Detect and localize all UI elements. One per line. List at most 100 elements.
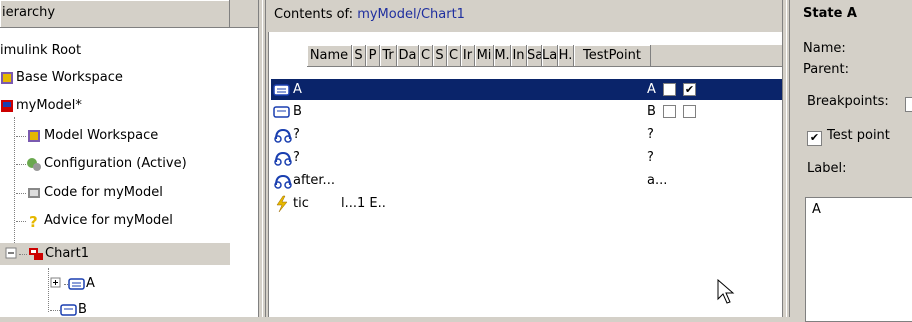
tree-item-state-a[interactable]: A: [50, 273, 95, 295]
table-row[interactable]: ? ?: [271, 124, 783, 145]
table-row[interactable]: A A ✔: [271, 79, 783, 100]
tree-item-label: Base Workspace: [16, 70, 123, 85]
tree-line: [48, 268, 49, 312]
row-name: ?: [293, 150, 300, 165]
tree-item-state-b[interactable]: B: [50, 299, 87, 321]
table-row[interactable]: ? ?: [271, 147, 783, 168]
column-header: Name S P Tr Da C S C Ir Mi M. In Sa La H…: [307, 44, 785, 67]
state-icon: [273, 106, 290, 118]
junction-transition-icon: [274, 174, 292, 189]
label-textarea-value: A: [812, 202, 821, 217]
column-header-cell[interactable]: La: [542, 45, 558, 66]
test-point-label: Test point: [827, 128, 890, 143]
hierarchy-header-label: ierarchy: [2, 5, 56, 20]
table-row[interactable]: B B: [271, 101, 783, 122]
parent-label: Parent:: [803, 62, 849, 77]
column-header-cell[interactable]: Da: [397, 45, 419, 66]
tree-item-label: Model Workspace: [44, 128, 159, 143]
configuration-gears-icon: [27, 158, 41, 171]
column-header-cell[interactable]: P: [366, 45, 380, 66]
column-header-cell[interactable]: M.: [494, 45, 511, 66]
state-icon: [60, 304, 77, 316]
column-header-cell[interactable]: S: [433, 45, 447, 66]
properties-pane: State A Name: Parent: Breakpoints: ✔ Tes…: [793, 0, 912, 322]
mouse-cursor-icon: [717, 279, 735, 304]
tree-item-label: B: [78, 302, 87, 317]
row-name: tic: [293, 196, 309, 211]
tree-item-label: imulink Root: [0, 43, 82, 58]
tree-item-label: Configuration (Active): [44, 156, 187, 171]
model-hierarchy-pane: ierarchy imulink Root Base Workspace myM…: [0, 0, 258, 317]
column-header-cell[interactable]: C: [447, 45, 461, 66]
column-header-cell[interactable]: C: [419, 45, 433, 66]
row-label: ?: [647, 127, 654, 142]
model-icon: [1, 100, 13, 112]
row-label: a...: [647, 173, 668, 188]
testpoint-checkbox[interactable]: ✔: [683, 83, 696, 96]
contents-list: Name S P Tr Da C S C Ir Mi M. In Sa La H…: [268, 32, 785, 317]
tree-item-label: Code for myModel: [44, 185, 163, 200]
breakpoints-label: Breakpoints:: [807, 94, 889, 109]
stateflow-chart-icon: [29, 248, 43, 260]
h-checkbox[interactable]: [663, 83, 676, 96]
tree-item-advice[interactable]: ? Advice for myModel: [16, 210, 173, 232]
column-header-cell[interactable]: Sa: [527, 45, 542, 66]
table-row[interactable]: after... a...: [271, 170, 783, 191]
contents-pane: Contents of: myModel/Chart1 Name S P Tr …: [268, 0, 788, 317]
tree-item-code[interactable]: Code for myModel: [16, 182, 163, 204]
junction-transition-icon: [274, 151, 292, 166]
code-icon: [28, 188, 40, 198]
row-name: B: [293, 104, 302, 119]
contents-title-prefix: Contents of:: [274, 7, 358, 22]
label-label: Label:: [807, 161, 847, 176]
state-icon: [273, 84, 290, 96]
row-extra: l...1 E..: [341, 196, 386, 211]
state-icon: [68, 278, 85, 290]
column-header-cell[interactable]: S: [352, 45, 366, 66]
tree-item-chart1[interactable]: Chart1: [0, 243, 230, 265]
column-header-cell[interactable]: In: [511, 45, 527, 66]
tree-item-model-workspace[interactable]: Model Workspace: [16, 125, 158, 147]
column-header-cell[interactable]: Tr: [380, 45, 397, 66]
properties-title: State A: [803, 6, 857, 21]
column-testpoint[interactable]: TestPoint: [574, 45, 651, 66]
workspace-icon: [28, 130, 40, 142]
row-name: after...: [293, 173, 335, 188]
tree-item-configuration[interactable]: Configuration (Active): [16, 153, 187, 175]
label-textarea[interactable]: A: [805, 197, 912, 322]
contents-title: Contents of: myModel/Chart1: [274, 7, 465, 22]
event-lightning-icon: [276, 195, 288, 213]
workspace-icon: [1, 72, 13, 84]
test-point-checkbox[interactable]: ✔: [807, 131, 822, 146]
h-checkbox[interactable]: [663, 105, 676, 118]
hierarchy-header-button[interactable]: [229, 0, 258, 27]
hierarchy-header: ierarchy: [0, 0, 258, 28]
column-header-cell[interactable]: H.: [558, 45, 574, 66]
tree-item-label: Chart1: [45, 246, 89, 261]
column-name[interactable]: Name: [307, 45, 352, 66]
row-name: ?: [293, 127, 300, 142]
tree-item-base-workspace[interactable]: Base Workspace: [0, 67, 123, 89]
tree-item-label: Advice for myModel: [44, 213, 173, 228]
tree-item-label: myModel*: [16, 98, 82, 113]
collapse-icon: [5, 247, 17, 259]
testpoint-checkbox[interactable]: [683, 105, 696, 118]
question-mark-icon: ?: [29, 213, 38, 229]
tree-item-simulink-root[interactable]: imulink Root: [0, 40, 81, 62]
tree-item-label: A: [86, 276, 95, 291]
junction-transition-icon: [274, 128, 292, 143]
svg-text:?: ?: [29, 213, 38, 229]
table-row[interactable]: tic l...1 E..: [271, 193, 783, 214]
name-label: Name:: [803, 41, 846, 56]
column-header-cell[interactable]: Mi: [475, 45, 494, 66]
row-label: A: [647, 82, 656, 97]
column-header-cell[interactable]: Ir: [461, 45, 475, 66]
tree-line: [14, 117, 15, 257]
breakpoints-checkbox[interactable]: [905, 97, 912, 112]
contents-path-link[interactable]: myModel/Chart1: [357, 7, 465, 22]
row-label: ?: [647, 150, 654, 165]
row-name: A: [293, 82, 302, 97]
row-label: B: [647, 104, 656, 119]
tree-item-mymodel[interactable]: myModel*: [0, 95, 82, 117]
expand-icon: [50, 277, 61, 288]
